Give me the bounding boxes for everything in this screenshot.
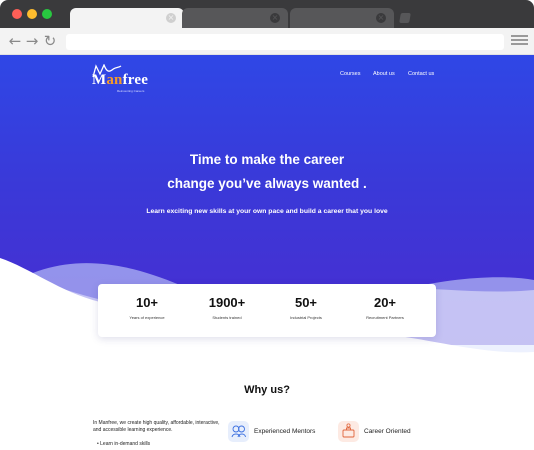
logo-text-m: M: [92, 72, 107, 88]
stats-card: 10+ Years of experience 1900+ Students t…: [98, 284, 436, 337]
web-page: Manfree Reinventing Careers Courses Abou…: [0, 55, 534, 450]
hero-headline-line-1: Time to make the career: [189, 152, 345, 167]
logo-text-an: an: [106, 72, 123, 88]
stat-students: 1900+ Students trained: [185, 295, 269, 320]
stat-label: Students trained: [212, 315, 242, 320]
stat-value: 20+: [373, 295, 397, 310]
logo-text-free: free: [122, 72, 149, 88]
maximize-window-button[interactable]: [42, 9, 52, 19]
title-bar: × × ×: [0, 0, 534, 28]
stat-value: 10+: [135, 295, 159, 310]
feature-experienced-mentors: Experienced Mentors: [254, 428, 316, 435]
forward-arrow-icon[interactable]: →: [24, 33, 40, 49]
manfree-logo[interactable]: Manfree Reinventing Careers: [92, 64, 154, 94]
hero-headline-line-2: change you’ve always wanted .: [167, 176, 367, 191]
reload-icon[interactable]: ↻: [42, 33, 58, 49]
close-window-button[interactable]: [12, 9, 22, 19]
close-tab-icon[interactable]: ×: [376, 13, 386, 23]
browser-tab-active[interactable]: ×: [70, 8, 184, 28]
browser-window: × × × ← → ↻ Manfree Reinventing Careers …: [0, 0, 534, 450]
mentors-icon: [228, 421, 249, 442]
feature-career-oriented: Career Oriented: [364, 428, 411, 435]
nav-link-about-us[interactable]: About us: [373, 71, 395, 78]
stat-partners: 20+ Recruitment Partners: [343, 295, 427, 320]
minimize-window-button[interactable]: [27, 9, 37, 19]
stat-value: 1900+: [208, 295, 246, 310]
stat-years: 10+ Years of experience: [105, 295, 189, 320]
nav-link-courses[interactable]: Courses: [340, 71, 360, 78]
hamburger-menu-icon[interactable]: [511, 35, 528, 49]
why-us-description: In Manfree, we create high quality, affo…: [93, 420, 220, 433]
browser-tab[interactable]: ×: [290, 8, 394, 28]
why-us-heading: Why us?: [244, 384, 290, 396]
browser-tab[interactable]: ×: [182, 8, 288, 28]
close-tab-icon[interactable]: ×: [270, 13, 280, 23]
logo-tagline: Reinventing Careers: [117, 89, 145, 93]
browser-toolbar: ← → ↻: [0, 28, 534, 55]
stat-label: Industrial Projects: [290, 315, 322, 320]
nav-link-contact-us[interactable]: Contact us: [408, 71, 434, 78]
bullet-text: Learn in-demand skills: [100, 441, 151, 447]
stat-label: Years of experience: [129, 315, 165, 320]
career-icon: [338, 421, 359, 442]
stat-value: 50+: [294, 295, 318, 310]
back-arrow-icon[interactable]: ←: [7, 33, 23, 49]
stat-label: Recruitment Partners: [366, 315, 404, 320]
close-tab-icon[interactable]: ×: [166, 13, 176, 23]
hero-subheadline: Learn exciting new skills at your own pa…: [146, 208, 388, 215]
new-tab-button[interactable]: [399, 13, 411, 23]
address-bar[interactable]: [66, 34, 504, 50]
stat-projects: 50+ Industrial Projects: [264, 295, 348, 320]
why-us-bullet: • Learn in-demand skills: [97, 441, 151, 447]
